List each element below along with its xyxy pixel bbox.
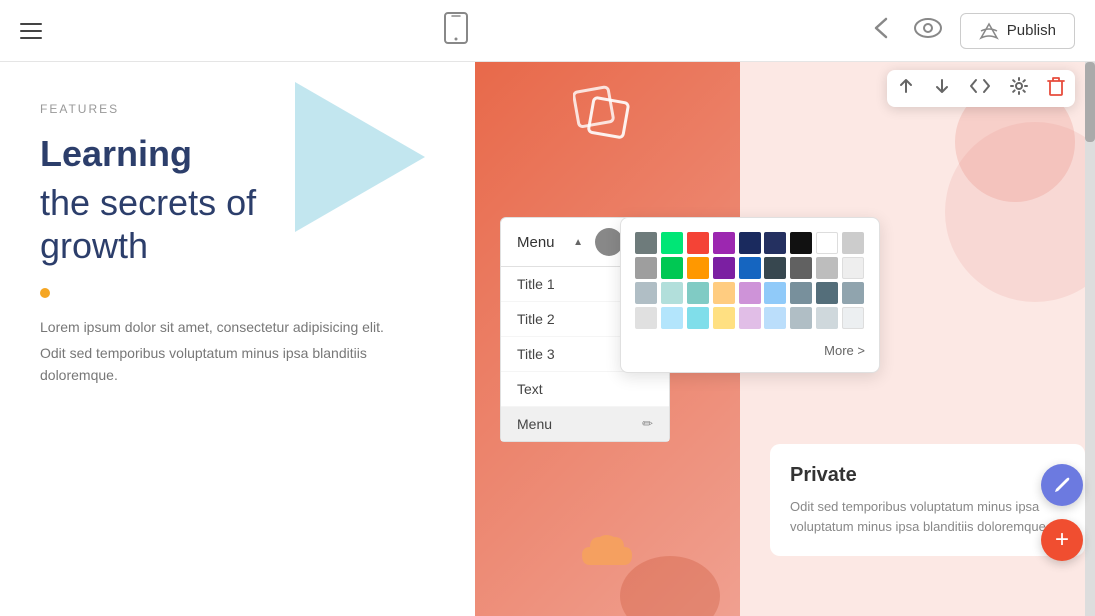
- color-cell[interactable]: [713, 232, 735, 254]
- color-cell[interactable]: [713, 257, 735, 279]
- color-cell[interactable]: [635, 232, 657, 254]
- triangle-decoration: [295, 82, 425, 232]
- color-cell[interactable]: [764, 232, 786, 254]
- color-cell[interactable]: [764, 257, 786, 279]
- dropdown-item-menu[interactable]: Menu ✏: [501, 407, 669, 441]
- color-cell[interactable]: [713, 282, 735, 304]
- publish-button[interactable]: Publish: [960, 13, 1075, 49]
- color-cell[interactable]: [635, 307, 657, 329]
- color-cell[interactable]: [842, 307, 864, 329]
- dropdown-arrow-icon: ▲: [573, 237, 583, 248]
- header: Publish: [0, 0, 1095, 62]
- back-icon[interactable]: [870, 17, 896, 45]
- more-colors-link[interactable]: More >: [635, 339, 865, 358]
- color-cell[interactable]: [842, 232, 864, 254]
- left-panel: FEATURES Learning the secrets of growth …: [0, 62, 475, 616]
- delete-icon[interactable]: [1047, 76, 1065, 101]
- color-cell[interactable]: [661, 232, 683, 254]
- color-cell[interactable]: [739, 257, 761, 279]
- color-cell[interactable]: [790, 282, 812, 304]
- color-cell[interactable]: [713, 307, 735, 329]
- dropdown-item-text[interactable]: Text: [501, 372, 669, 407]
- color-cell[interactable]: [739, 282, 761, 304]
- edit-pencil-icon: ✏: [642, 416, 653, 432]
- body-text-1: Lorem ipsum dolor sit amet, consectetur …: [40, 316, 435, 338]
- color-cell[interactable]: [635, 282, 657, 304]
- color-cell[interactable]: [790, 232, 812, 254]
- header-center: [443, 12, 469, 50]
- color-cell[interactable]: [661, 282, 683, 304]
- color-grid: [635, 232, 865, 329]
- hamburger-menu-icon[interactable]: [20, 23, 42, 39]
- move-up-icon[interactable]: [897, 77, 915, 100]
- color-cell[interactable]: [764, 307, 786, 329]
- color-cell[interactable]: [816, 232, 838, 254]
- color-cell[interactable]: [816, 282, 838, 304]
- private-card: Private Odit sed temporibus voluptatum m…: [770, 444, 1085, 556]
- settings-icon[interactable]: [1009, 76, 1029, 101]
- color-cell[interactable]: [790, 307, 812, 329]
- color-cell[interactable]: [635, 257, 657, 279]
- private-text: Odit sed temporibus voluptatum minus ips…: [790, 497, 1065, 536]
- eye-icon[interactable]: [914, 18, 942, 44]
- color-cell[interactable]: [739, 232, 761, 254]
- color-cell[interactable]: [687, 232, 709, 254]
- circle-color-icon[interactable]: [595, 228, 623, 256]
- color-cell[interactable]: [842, 257, 864, 279]
- move-down-icon[interactable]: [933, 77, 951, 100]
- publish-label: Publish: [1007, 22, 1056, 39]
- color-cell[interactable]: [687, 307, 709, 329]
- play-icon-area: [573, 82, 643, 157]
- phone-icon: [443, 12, 469, 50]
- private-title: Private: [790, 464, 1065, 487]
- scrollbar[interactable]: [1085, 62, 1095, 616]
- fab-add-icon: +: [1055, 528, 1069, 552]
- color-cell[interactable]: [842, 282, 864, 304]
- fab-add-button[interactable]: +: [1041, 519, 1083, 561]
- code-icon[interactable]: [969, 78, 991, 99]
- play-icon: [573, 82, 643, 152]
- cloud-icon: [578, 527, 638, 576]
- fab-edit-button[interactable]: [1041, 464, 1083, 506]
- color-cell[interactable]: [764, 282, 786, 304]
- color-cell[interactable]: [687, 257, 709, 279]
- header-right: Publish: [870, 13, 1075, 49]
- color-cell[interactable]: [790, 257, 812, 279]
- color-picker: More >: [620, 217, 880, 373]
- canvas-area: FEATURES Learning the secrets of growth …: [0, 62, 1095, 616]
- dropdown-label: Menu: [517, 234, 561, 251]
- color-cell[interactable]: [661, 257, 683, 279]
- orange-dot-decoration: [40, 288, 50, 298]
- header-left: [20, 23, 42, 39]
- color-cell[interactable]: [816, 307, 838, 329]
- color-cell[interactable]: [739, 307, 761, 329]
- color-cell[interactable]: [816, 257, 838, 279]
- floating-toolbar: [887, 70, 1075, 107]
- scrollbar-thumb[interactable]: [1085, 62, 1095, 142]
- color-cell[interactable]: [687, 282, 709, 304]
- body-text-2: Odit sed temporibus voluptatum minus ips…: [40, 342, 435, 387]
- color-cell[interactable]: [661, 307, 683, 329]
